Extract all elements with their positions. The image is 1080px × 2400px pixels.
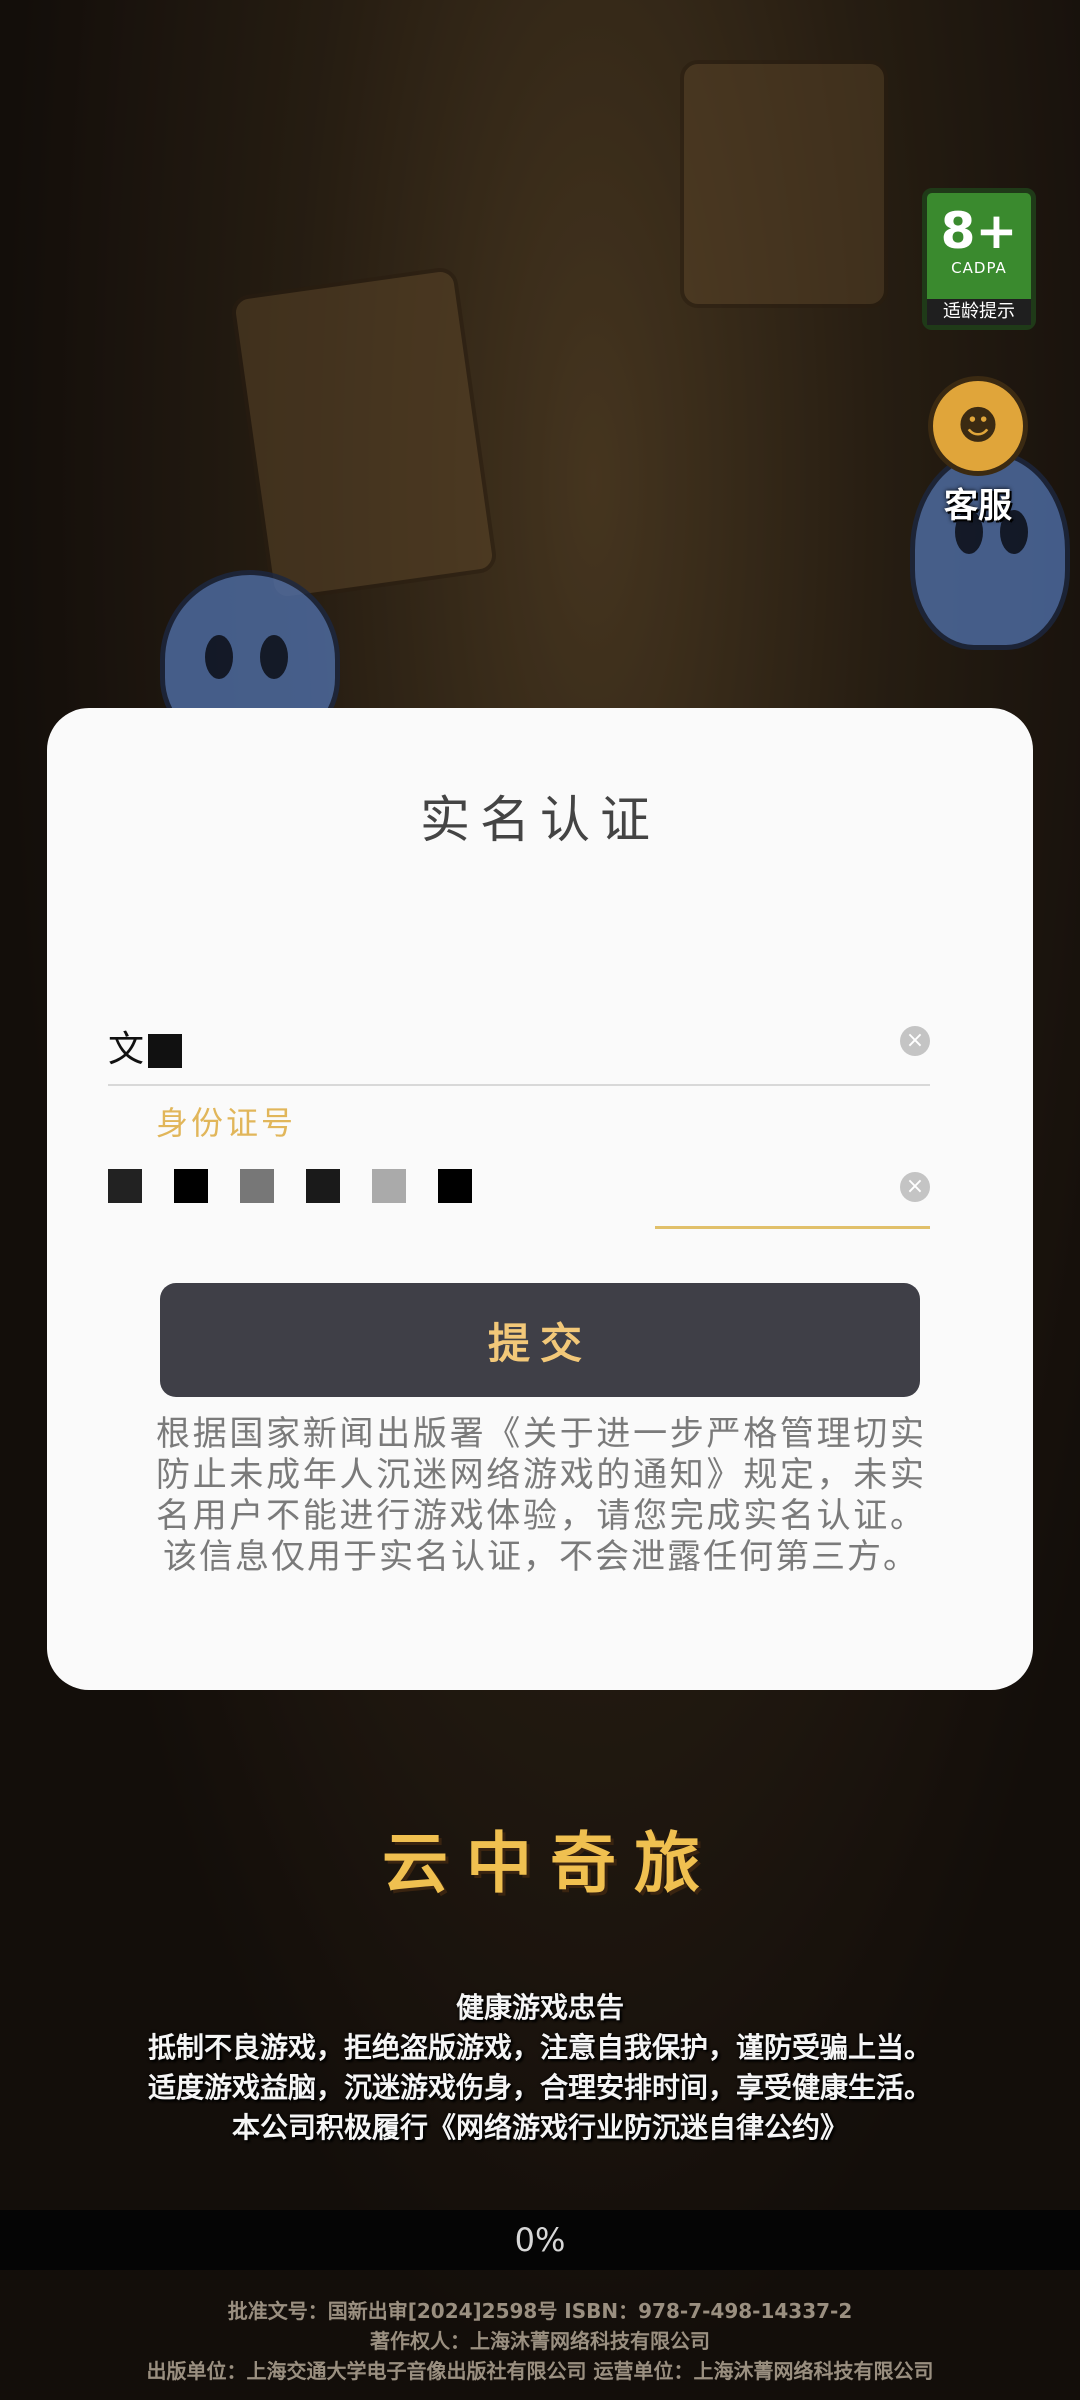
loading-progress-label: 0% — [514, 2221, 566, 2259]
id-number-input[interactable]: × — [108, 1150, 930, 1230]
name-input[interactable]: 文 × — [108, 1000, 930, 1086]
submit-button[interactable]: 提交 — [160, 1283, 920, 1397]
clear-name-icon[interactable]: × — [900, 1026, 930, 1056]
game-logo — [160, 1690, 920, 1790]
redacted-block — [306, 1169, 340, 1203]
redacted-block — [438, 1169, 472, 1203]
game-logo-subtitle: 云中奇旅 — [382, 1824, 718, 1902]
id-input-focus-underline — [655, 1226, 930, 1229]
dialog-title: 实名认证 — [420, 791, 660, 849]
age-rating-tip: 适龄提示 — [927, 299, 1031, 325]
publisher-operator: 出版单位：上海交通大学电子音像出版社有限公司 运营单位：上海沐菁网络科技有限公司 — [146, 2359, 934, 2383]
redacted-block — [372, 1169, 406, 1203]
loading-progress-bar: 0% — [0, 2210, 1080, 2270]
age-rating-badge[interactable]: 8+ CADPA 适龄提示 — [922, 188, 1036, 330]
id-number-value — [108, 1164, 504, 1205]
legal-footer: 批准文号：国新出审[2024]2598号 ISBN：978-7-498-1433… — [0, 2296, 1080, 2386]
auth-notice-text: 根据国家新闻出版署《关于进一步严格管理切实防止未成年人沉迷网络游戏的通知》规定，… — [156, 1414, 926, 1577]
redacted-block — [174, 1169, 208, 1203]
health-notice-line: 适度游戏益脑，沉迷游戏伤身，合理安排时间，享受健康生活。 — [147, 2071, 932, 2104]
health-notice-line: 抵制不良游戏，拒绝盗版游戏，注意自我保护，谨防受骗上当。 — [147, 2031, 932, 2064]
clear-id-icon[interactable]: × — [900, 1172, 930, 1202]
name-input-value: 文 — [108, 1020, 214, 1072]
health-gaming-notice: 健康游戏忠告 抵制不良游戏，拒绝盗版游戏，注意自我保护，谨防受骗上当。 适度游戏… — [0, 1988, 1080, 2148]
id-number-label: 身份证号 — [156, 1104, 297, 1142]
health-notice-title: 健康游戏忠告 — [455, 1991, 624, 2024]
name-visible-char: 文 — [108, 1029, 145, 1070]
customer-service-button[interactable]: ☻ 客服 — [918, 376, 1038, 527]
background-ruin-pillar — [229, 265, 499, 603]
redacted-block — [108, 1169, 142, 1203]
redacted-block — [148, 1034, 183, 1068]
customer-service-icon: ☻ — [928, 376, 1028, 476]
age-rating-org: CADPA — [951, 259, 1007, 277]
customer-service-label: 客服 — [944, 486, 1012, 526]
background-ruin-temple — [680, 60, 888, 308]
health-notice-line: 本公司积极履行《网络游戏行业防沉迷自律公约》 — [231, 2111, 848, 2144]
approval-number: 批准文号：国新出审[2024]2598号 ISBN：978-7-498-1433… — [227, 2299, 853, 2323]
redacted-block — [240, 1169, 274, 1203]
age-rating-value: 8+ — [940, 202, 1018, 260]
copyright-holder: 著作权人：上海沐菁网络科技有限公司 — [370, 2329, 710, 2353]
